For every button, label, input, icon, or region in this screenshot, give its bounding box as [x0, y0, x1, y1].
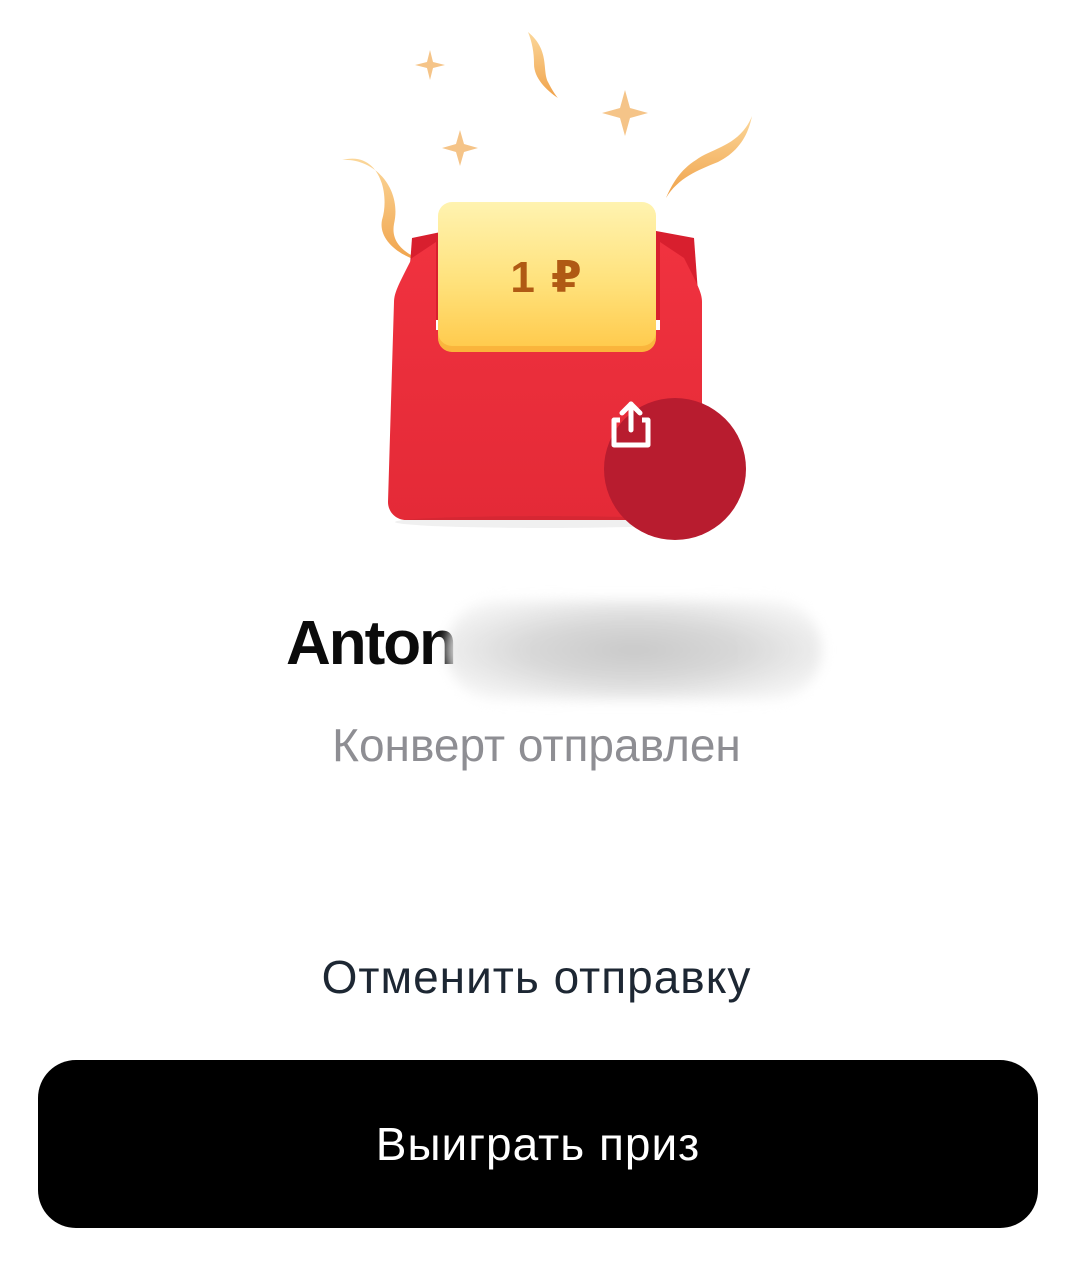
- recipient-name-row: Anton: [0, 600, 1073, 710]
- win-prize-button[interactable]: Выиграть приз: [38, 1060, 1038, 1228]
- recipient-name-redaction: [446, 600, 822, 700]
- share-button[interactable]: [604, 398, 746, 540]
- red-envelope-illustration: 1 ₽: [320, 20, 780, 560]
- status-text: Конверт отправлен: [332, 719, 741, 771]
- sparkle-icon: [415, 50, 648, 166]
- recipient-name: Anton: [286, 609, 457, 678]
- ribbon-right: [666, 116, 752, 198]
- red-envelope-screen: 1 ₽ Anton Конверт отправлен Отменить отп…: [0, 0, 1073, 1280]
- ribbon-top: [528, 32, 558, 98]
- cancel-send-link[interactable]: Отменить отправку: [0, 950, 1073, 1004]
- amount-card: 1 ₽: [438, 202, 656, 352]
- share-icon: [611, 401, 651, 448]
- amount-label: 1 ₽: [510, 253, 584, 302]
- win-prize-label: Выиграть приз: [375, 1118, 701, 1170]
